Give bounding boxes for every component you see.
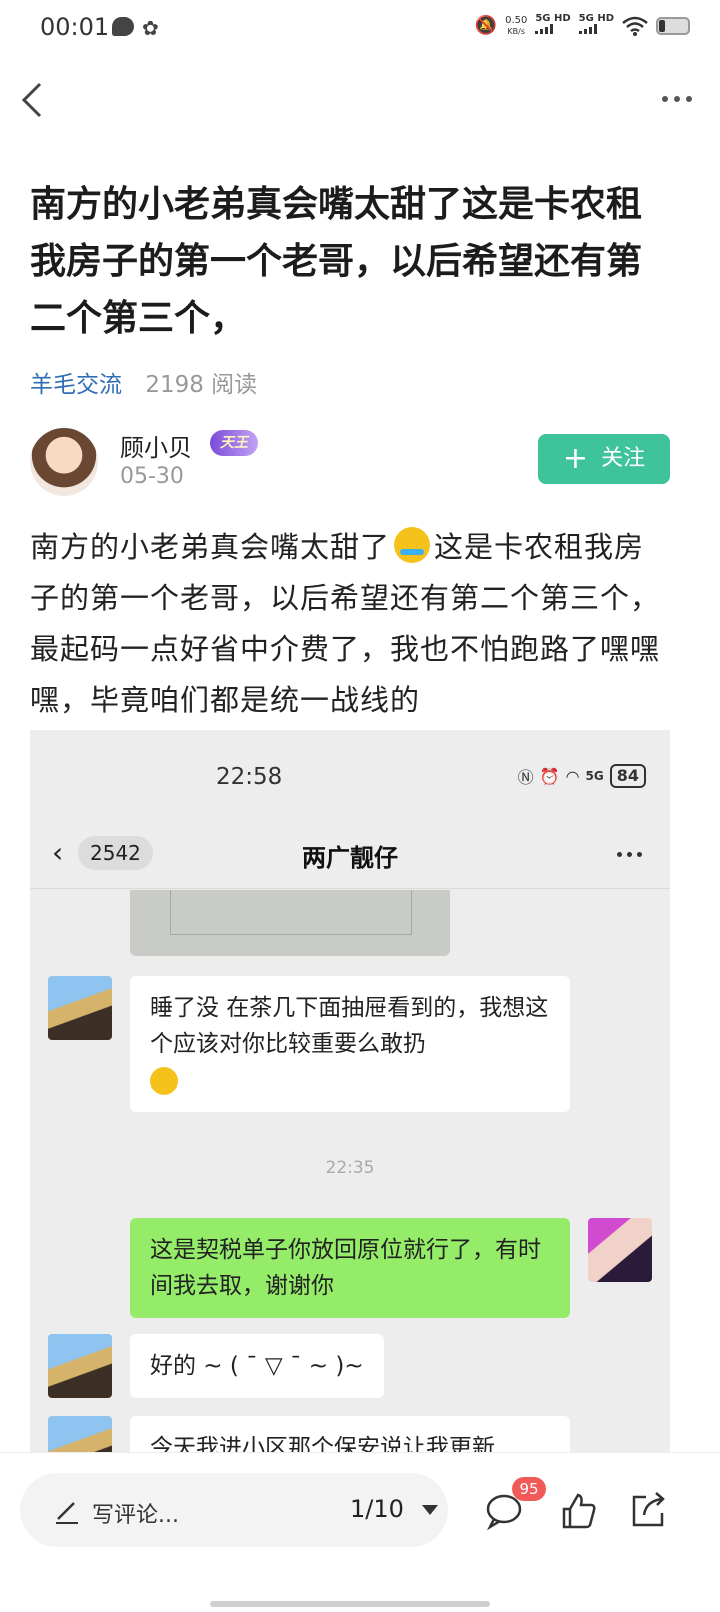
pen-icon: [56, 1502, 78, 1524]
follow-button[interactable]: + 关注: [538, 434, 670, 484]
battery-icon: [656, 16, 690, 35]
chat-timestamp: 22:35: [325, 1158, 375, 1178]
chat-message-self: 这是契税单子你放回原位就行了，有时间我去取，谢谢你: [130, 1218, 570, 1318]
plus-icon: +: [562, 441, 589, 476]
caret-down-icon[interactable]: [422, 1505, 438, 1515]
status-time: 00:01: [40, 13, 110, 41]
mute-bell-icon: 🔕: [474, 15, 498, 36]
category-link[interactable]: 羊毛交流: [30, 372, 122, 398]
share-icon[interactable]: [628, 1491, 668, 1531]
signal-1: 5G HD: [535, 14, 571, 37]
signal-bars-icon: [578, 24, 597, 34]
wechat-notification-icon: ✿: [142, 16, 159, 40]
network-label: 5G: [585, 769, 604, 783]
crying-laugh-emoji-icon: [394, 527, 431, 563]
home-indicator: [210, 1601, 490, 1607]
post-date: 05-30: [120, 464, 184, 489]
chat-message: 好的 ~ ( ¯ ▽ ¯ ~ )~: [130, 1334, 384, 1398]
contact-avatar: [48, 1334, 112, 1398]
like-icon[interactable]: [558, 1491, 598, 1531]
signal-bars-icon: [535, 24, 554, 34]
status-indicators: 🔕 0.50 KB/s 5G HD 5G HD: [475, 14, 690, 37]
contact-avatar: [48, 976, 112, 1040]
bottom-action-bar: 写评论... 1/10 95: [0, 1452, 720, 1612]
page-indicator[interactable]: 1/10: [350, 1495, 404, 1523]
my-avatar: [588, 1218, 652, 1282]
wifi-icon: [622, 16, 648, 36]
screenshot-status-icons: Ⓝ ⏰ ◠ 5G 84: [518, 764, 646, 788]
more-options-icon[interactable]: [662, 96, 692, 102]
embedded-chat-screenshot[interactable]: 22:58 Ⓝ ⏰ ◠ 5G 84 ‹ 2542 两广靓仔 睡了没 在茶几下面抽屉看…: [30, 730, 670, 1454]
read-count: 2198 阅读: [145, 372, 258, 398]
contact-avatar: [48, 1416, 112, 1454]
status-bar: 00:01 ✿ 🔕 0.50 KB/s 5G HD 5G HD: [0, 0, 720, 56]
more-icon: [617, 852, 642, 857]
alarm-icon: ⏰: [539, 766, 560, 786]
chat-message: 今天我进小区那个保安说让我更新: [130, 1416, 570, 1454]
message-notification-icon: [112, 17, 134, 36]
article-meta: 羊毛交流 2198 阅读: [30, 365, 257, 399]
article-body: 南方的小老弟真会嘴太甜了 这是卡农租我房子的第一个老哥，以后希望还有第二个第三个，…: [30, 522, 674, 726]
document-photo: [130, 890, 450, 956]
network-speed: 0.50 KB/s: [505, 14, 528, 36]
wifi-icon: ◠: [565, 766, 580, 786]
article-title: 南方的小老弟真会嘴太甜了这是卡农租我房子的第一个老哥，以后希望还有第二个第三个，: [30, 184, 643, 339]
author-name[interactable]: 顾小贝: [120, 428, 192, 463]
author-avatar[interactable]: [30, 428, 98, 496]
signal-2: 5G HD: [578, 14, 614, 37]
comment-count-badge: 95: [512, 1477, 546, 1501]
back-icon[interactable]: [16, 80, 56, 120]
divider: [30, 888, 670, 889]
comment-input[interactable]: 写评论... 1/10: [20, 1473, 448, 1547]
author-row: 顾小贝 天王 05-30 + 关注: [30, 426, 670, 502]
nfc-icon: Ⓝ: [517, 768, 534, 787]
author-level-badge: 天王: [210, 430, 258, 456]
chat-header: ‹ 2542 两广靓仔: [30, 820, 670, 890]
chat-message: 睡了没 在茶几下面抽屉看到的，我想这个应该对你比较重要么敢扔: [130, 976, 570, 1112]
comment-placeholder: 写评论...: [92, 1503, 179, 1528]
battery-icon: 84: [609, 764, 646, 788]
emoji-icon: [150, 1066, 178, 1095]
screenshot-time: 22:58: [216, 764, 283, 790]
chat-title: 两广靓仔: [302, 844, 398, 872]
